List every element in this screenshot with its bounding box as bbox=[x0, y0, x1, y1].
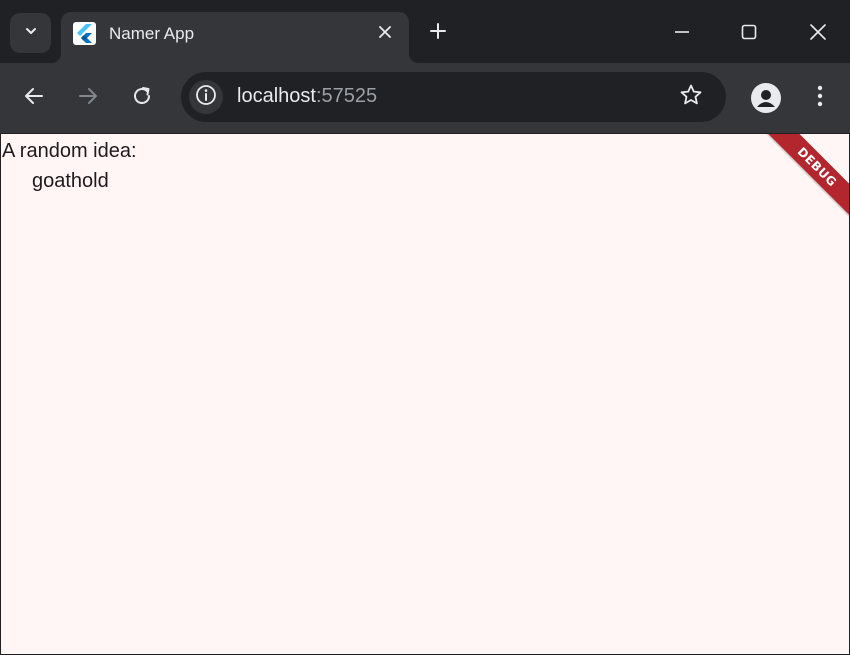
minimize-icon bbox=[674, 24, 690, 45]
tab-strip: Namer App bbox=[0, 0, 850, 63]
info-icon bbox=[195, 84, 217, 111]
profile-button[interactable] bbox=[751, 83, 781, 113]
plus-icon bbox=[429, 22, 447, 45]
person-icon bbox=[751, 90, 781, 113]
word-pair-text: goathold bbox=[32, 170, 109, 192]
address-bar[interactable]: localhost:57525 bbox=[181, 72, 726, 122]
url-text[interactable]: localhost:57525 bbox=[237, 85, 377, 108]
debug-banner: DEBUG bbox=[766, 134, 849, 218]
url-host: localhost bbox=[237, 85, 316, 107]
reload-button[interactable] bbox=[129, 85, 155, 111]
reload-icon bbox=[131, 85, 153, 112]
tab-close-button[interactable] bbox=[374, 23, 396, 45]
browser-menu-button[interactable] bbox=[808, 85, 832, 111]
browser-toolbar: localhost:57525 bbox=[0, 63, 850, 133]
forward-button[interactable] bbox=[75, 85, 101, 111]
more-vertical-icon bbox=[817, 85, 823, 112]
browser-window: Namer App localhost:57525 A random idea:… bbox=[0, 0, 850, 655]
arrow-left-icon bbox=[23, 85, 45, 112]
new-tab-button[interactable] bbox=[427, 22, 449, 44]
random-idea-label: A random idea: bbox=[2, 140, 137, 162]
star-icon bbox=[679, 83, 703, 112]
close-window-button[interactable] bbox=[806, 22, 830, 46]
back-button[interactable] bbox=[21, 85, 47, 111]
maximize-icon bbox=[741, 24, 757, 45]
tab-title: Namer App bbox=[109, 24, 195, 43]
bookmark-button[interactable] bbox=[678, 84, 704, 110]
arrow-right-icon bbox=[77, 85, 99, 112]
chevron-down-icon bbox=[24, 24, 38, 43]
minimize-button[interactable] bbox=[670, 22, 694, 46]
site-info-button[interactable] bbox=[189, 80, 223, 114]
maximize-button[interactable] bbox=[737, 22, 761, 46]
flutter-logo-icon bbox=[73, 22, 96, 45]
close-icon bbox=[378, 25, 392, 44]
url-port: :57525 bbox=[315, 85, 378, 107]
app-content: A random idea: goathold DEBUG bbox=[1, 134, 849, 654]
tab-search-button[interactable] bbox=[10, 13, 51, 53]
close-icon bbox=[809, 23, 827, 46]
tab-namer-app[interactable]: Namer App bbox=[51, 12, 419, 63]
